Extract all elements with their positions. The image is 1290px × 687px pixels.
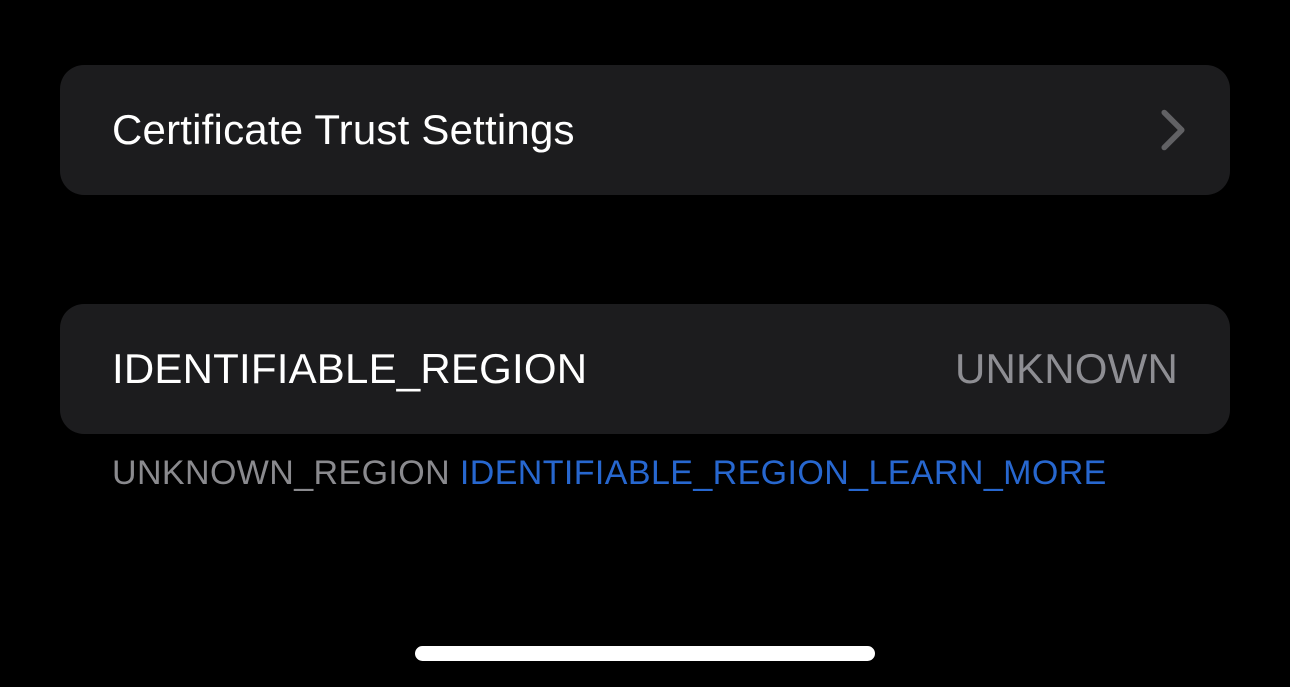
identifiable-region-value: UNKNOWN (955, 345, 1178, 393)
group-separator (60, 195, 1230, 304)
identifiable-region-row: IDENTIFIABLE_REGION UNKNOWN (60, 304, 1230, 434)
home-indicator[interactable] (415, 646, 875, 661)
region-footer-plain: UNKNOWN_REGION (112, 454, 460, 492)
chevron-right-icon (1160, 109, 1186, 151)
settings-list: Certificate Trust Settings IDENTIFIABLE_… (0, 0, 1290, 494)
region-learn-more-link[interactable]: IDENTIFIABLE_REGION_LEARN_MORE (460, 454, 1107, 492)
certificate-trust-settings-label: Certificate Trust Settings (112, 106, 575, 154)
identifiable-region-label: IDENTIFIABLE_REGION (112, 345, 587, 393)
region-footer-text: UNKNOWN_REGION IDENTIFIABLE_REGION_LEARN… (60, 434, 1230, 494)
certificate-trust-settings-row[interactable]: Certificate Trust Settings (60, 65, 1230, 195)
